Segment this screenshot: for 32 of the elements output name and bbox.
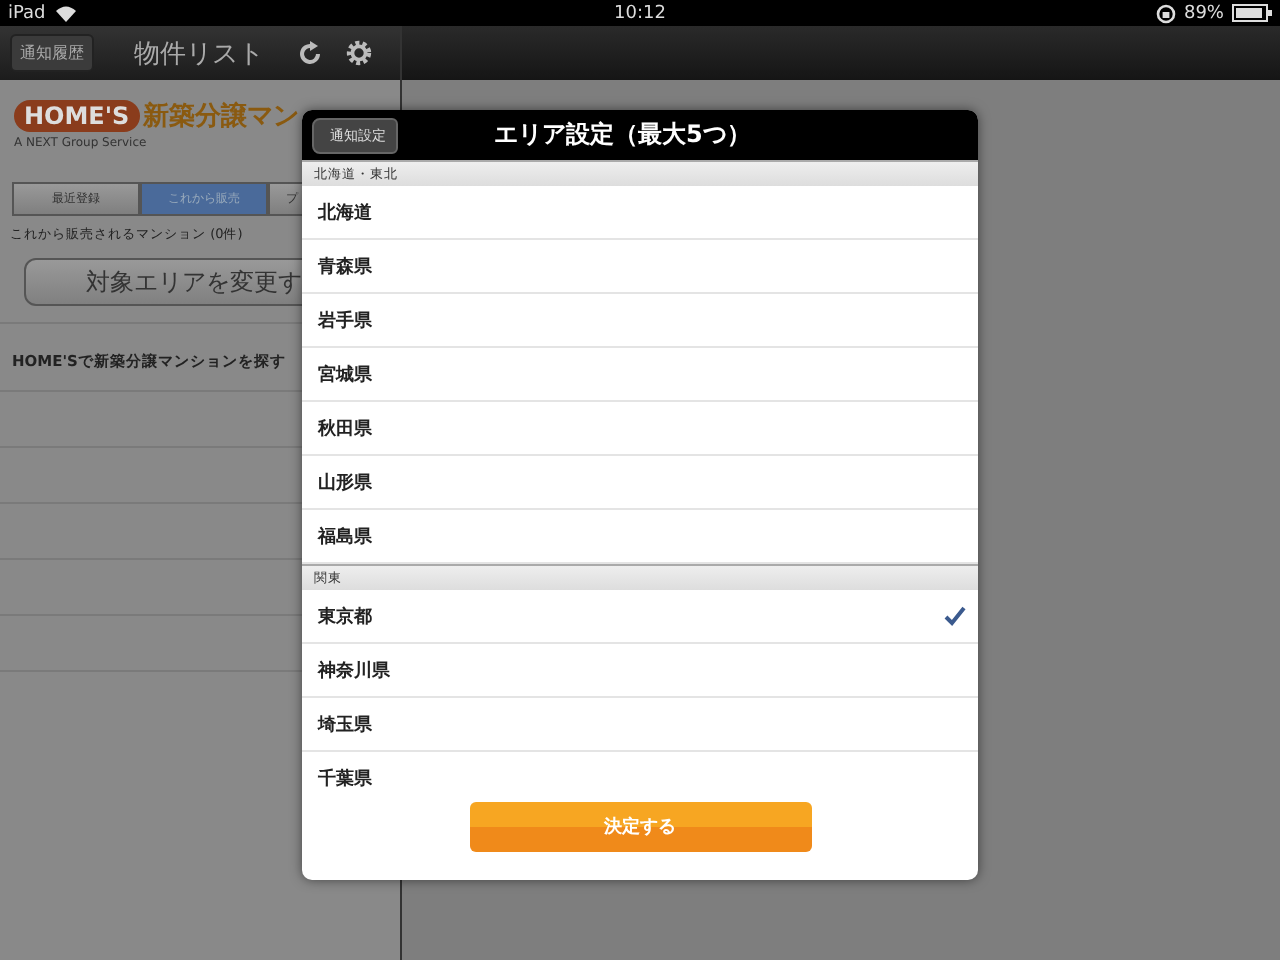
battery-percent: 89% bbox=[1183, 3, 1224, 23]
clock-time: 10:12 bbox=[614, 3, 666, 23]
wifi-icon bbox=[53, 4, 78, 22]
prefecture-label: 青森県 bbox=[318, 254, 372, 279]
prefecture-row[interactable]: 埼玉県 bbox=[302, 698, 978, 752]
nav-title: 物件リスト bbox=[134, 37, 264, 71]
prefecture-row[interactable]: 山形県 bbox=[302, 456, 978, 510]
dialog-title: エリア設定（最大5つ） bbox=[494, 118, 751, 152]
history-button[interactable]: 通知履歴 bbox=[10, 34, 94, 72]
battery-icon bbox=[1232, 4, 1272, 22]
prefecture-label: 宮城県 bbox=[318, 362, 372, 387]
prefecture-label: 山形県 bbox=[318, 470, 372, 495]
rotation-lock-icon bbox=[1155, 3, 1176, 23]
prefecture-row[interactable]: 北海道 bbox=[302, 186, 978, 240]
prefecture-row[interactable]: 青森県 bbox=[302, 240, 978, 294]
settings-icon[interactable] bbox=[344, 38, 374, 68]
prefecture-label: 北海道 bbox=[318, 200, 372, 225]
prefecture-label: 千葉県 bbox=[318, 766, 372, 791]
prefecture-row[interactable]: 岩手県 bbox=[302, 294, 978, 348]
logo-tagline: 新築分譲マン bbox=[143, 99, 300, 134]
prefecture-row[interactable]: 神奈川県 bbox=[302, 644, 978, 698]
prefecture-label: 秋田県 bbox=[318, 417, 372, 441]
prefecture-row[interactable]: 東京都 bbox=[302, 590, 978, 644]
prefecture-row[interactable]: 秋田県 bbox=[302, 402, 978, 456]
prefecture-label: 神奈川県 bbox=[318, 658, 390, 683]
refresh-icon[interactable] bbox=[296, 39, 324, 67]
brand-logo: HOME'S bbox=[14, 100, 140, 132]
prefecture-row[interactable]: 宮城県 bbox=[302, 348, 978, 402]
carrier-label: iPad bbox=[8, 3, 46, 23]
prefecture-label: 東京都 bbox=[318, 604, 372, 629]
prefecture-label: 埼玉県 bbox=[318, 713, 372, 737]
prefecture-label: 福島県 bbox=[318, 524, 372, 549]
